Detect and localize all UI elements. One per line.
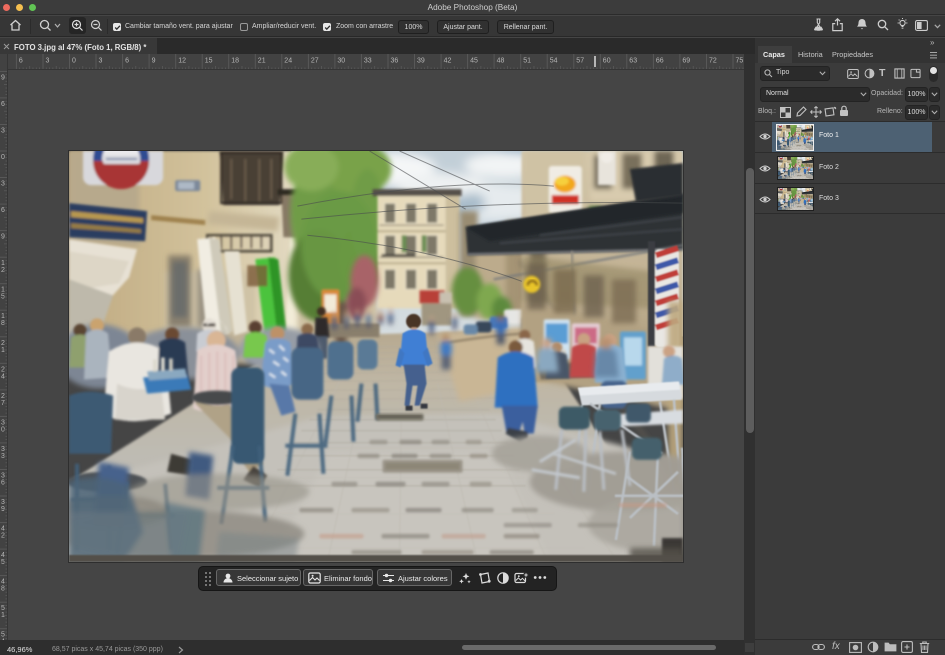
svg-text:3: 3 [1,473,5,480]
svg-text:3: 3 [99,58,103,65]
svg-text:72: 72 [709,58,717,65]
svg-text:27: 27 [311,58,319,65]
svg-text:4: 4 [1,526,5,533]
svg-text:2: 2 [1,393,5,400]
svg-text:0: 0 [1,154,5,161]
svg-text:4: 4 [1,579,5,586]
svg-text:12: 12 [178,58,186,65]
svg-text:75: 75 [736,58,744,65]
svg-text:15: 15 [205,58,213,65]
svg-text:3: 3 [1,181,5,188]
svg-text:1: 1 [1,313,5,320]
svg-text:6: 6 [1,101,5,108]
svg-text:21: 21 [258,58,266,65]
svg-text:42: 42 [444,58,452,65]
svg-text:66: 66 [656,58,664,65]
svg-text:69: 69 [682,58,690,65]
svg-text:4: 4 [1,552,5,559]
svg-text:54: 54 [550,58,558,65]
svg-text:9: 9 [152,58,156,65]
svg-text:9: 9 [1,234,5,241]
svg-text:5: 5 [1,605,5,612]
svg-text:6: 6 [19,58,23,65]
svg-text:48: 48 [497,58,505,65]
svg-text:9: 9 [1,74,5,81]
svg-text:1: 1 [1,260,5,267]
svg-text:3: 3 [46,58,50,65]
svg-text:33: 33 [364,58,372,65]
svg-text:51: 51 [523,58,531,65]
svg-text:3: 3 [1,446,5,453]
svg-text:6: 6 [125,58,129,65]
svg-text:1: 1 [1,287,5,294]
svg-text:3: 3 [1,419,5,426]
svg-text:18: 18 [231,58,239,65]
svg-text:2: 2 [1,340,5,347]
svg-text:0: 0 [72,58,76,65]
svg-text:60: 60 [603,58,611,65]
svg-text:2: 2 [1,366,5,373]
svg-text:57: 57 [576,58,584,65]
svg-text:36: 36 [391,58,399,65]
svg-text:3: 3 [1,499,5,506]
svg-text:39: 39 [417,58,425,65]
svg-text:30: 30 [337,58,345,65]
svg-text:5: 5 [1,632,5,639]
svg-text:24: 24 [284,58,292,65]
svg-text:63: 63 [629,58,637,65]
svg-text:3: 3 [1,128,5,135]
svg-text:6: 6 [1,207,5,214]
svg-text:45: 45 [470,58,478,65]
